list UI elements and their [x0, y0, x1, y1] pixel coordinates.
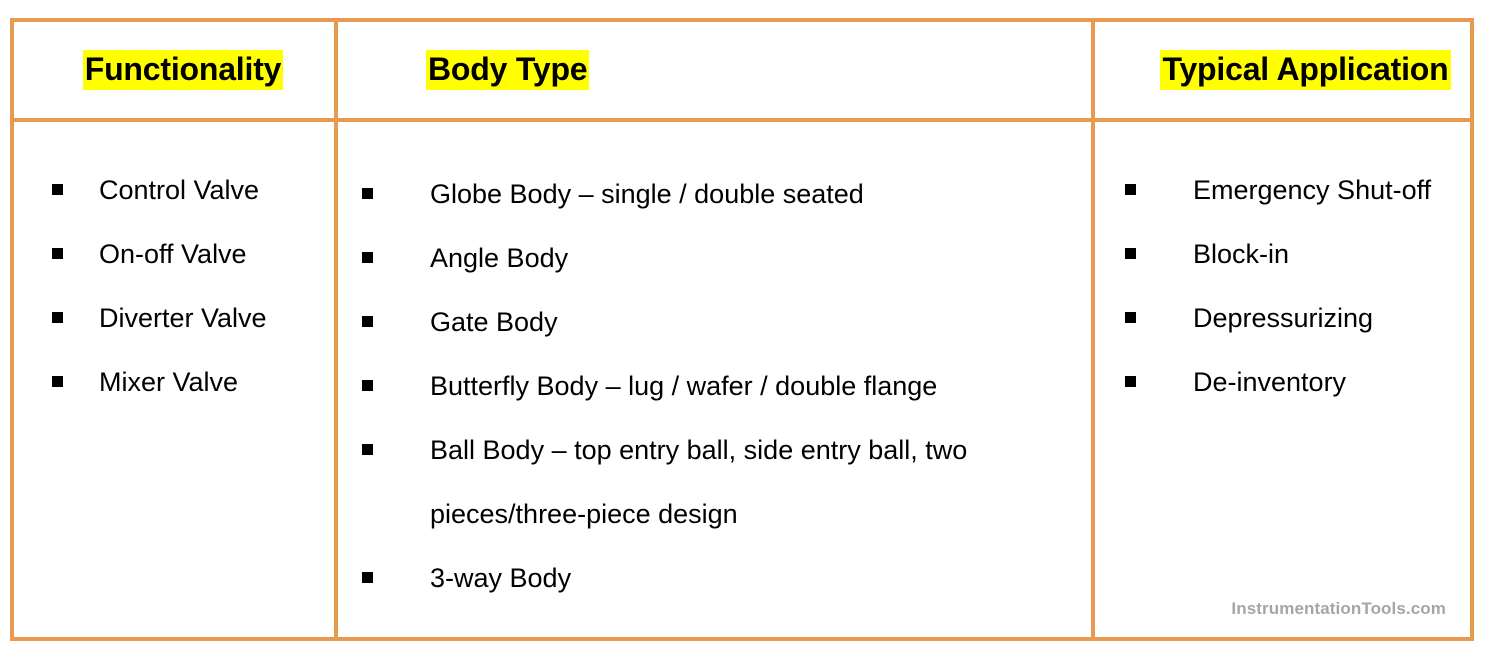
- column-header-label-functionality: Functionality: [82, 50, 284, 90]
- list-item: Ball Body – top entry ball, side entry b…: [362, 418, 1091, 546]
- list-item-label: Diverter Valve: [99, 303, 267, 333]
- list-item: Emergency Shut-off: [1125, 158, 1470, 222]
- header-cell-body-type: Body Type: [334, 22, 1095, 118]
- list-item: Angle Body: [362, 226, 1091, 290]
- square-bullet-icon: [1125, 248, 1136, 259]
- list-item: Gate Body: [362, 290, 1091, 354]
- list-item: De-inventory: [1125, 350, 1470, 414]
- list-item-label: Mixer Valve: [99, 367, 239, 397]
- body-cell-functionality: Control Valve On-off Valve Diverter Valv…: [14, 122, 334, 637]
- list-item-label: 3-way Body: [430, 563, 572, 593]
- list-item: 3-way Body: [362, 546, 1091, 610]
- list-item: Butterfly Body – lug / wafer / double fl…: [362, 354, 1091, 418]
- valve-comparison-table: Functionality Body Type Typical Applicat…: [10, 18, 1474, 641]
- square-bullet-icon: [52, 312, 63, 323]
- list-item-label: Globe Body – single / double seated: [430, 179, 864, 209]
- square-bullet-icon: [52, 248, 63, 259]
- body-cell-body-type: Globe Body – single / double seated Angl…: [334, 122, 1095, 637]
- column-header-label-body-type: Body Type: [426, 50, 590, 90]
- list-item-label: Angle Body: [430, 243, 569, 273]
- square-bullet-icon: [362, 572, 373, 583]
- column-header-label-typical-application: Typical Application: [1160, 50, 1451, 90]
- list-item: Block-in: [1125, 222, 1470, 286]
- square-bullet-icon: [362, 252, 373, 263]
- list-item-label: Depressurizing: [1193, 303, 1374, 333]
- header-cell-typical-application: Typical Application: [1095, 22, 1470, 118]
- square-bullet-icon: [362, 188, 373, 199]
- list-item-label: Block-in: [1193, 239, 1290, 269]
- list-item-label: Gate Body: [430, 307, 558, 337]
- list-item-label: De-inventory: [1193, 367, 1347, 397]
- square-bullet-icon: [1125, 376, 1136, 387]
- square-bullet-icon: [362, 444, 373, 455]
- typical-application-list: Emergency Shut-off Block-in Depressurizi…: [1125, 158, 1470, 414]
- list-item-label: Control Valve: [99, 175, 260, 205]
- square-bullet-icon: [1125, 312, 1136, 323]
- list-item-label: Butterfly Body – lug / wafer / double fl…: [430, 371, 938, 401]
- list-item: Depressurizing: [1125, 286, 1470, 350]
- square-bullet-icon: [362, 380, 373, 391]
- square-bullet-icon: [52, 376, 63, 387]
- list-item-label: Emergency Shut-off: [1193, 175, 1432, 205]
- list-item: Diverter Valve: [52, 286, 334, 350]
- table-body-row: Control Valve On-off Valve Diverter Valv…: [14, 122, 1470, 637]
- list-item: Control Valve: [52, 158, 334, 222]
- square-bullet-icon: [362, 316, 373, 327]
- body-type-list: Globe Body – single / double seated Angl…: [362, 162, 1091, 610]
- list-item-label: Ball Body – top entry ball, side entry b…: [430, 435, 968, 529]
- site-watermark: InstrumentationTools.com: [1231, 599, 1446, 618]
- body-cell-typical-application: Emergency Shut-off Block-in Depressurizi…: [1095, 122, 1470, 637]
- list-item: Mixer Valve: [52, 350, 334, 414]
- functionality-list: Control Valve On-off Valve Diverter Valv…: [52, 158, 334, 414]
- page-root: Functionality Body Type Typical Applicat…: [0, 0, 1487, 664]
- list-item: On-off Valve: [52, 222, 334, 286]
- list-item: Globe Body – single / double seated: [362, 162, 1091, 226]
- square-bullet-icon: [1125, 184, 1136, 195]
- header-cell-functionality: Functionality: [14, 22, 334, 118]
- list-item-label: On-off Valve: [99, 239, 247, 269]
- table-header-row: Functionality Body Type Typical Applicat…: [14, 22, 1470, 122]
- square-bullet-icon: [52, 184, 63, 195]
